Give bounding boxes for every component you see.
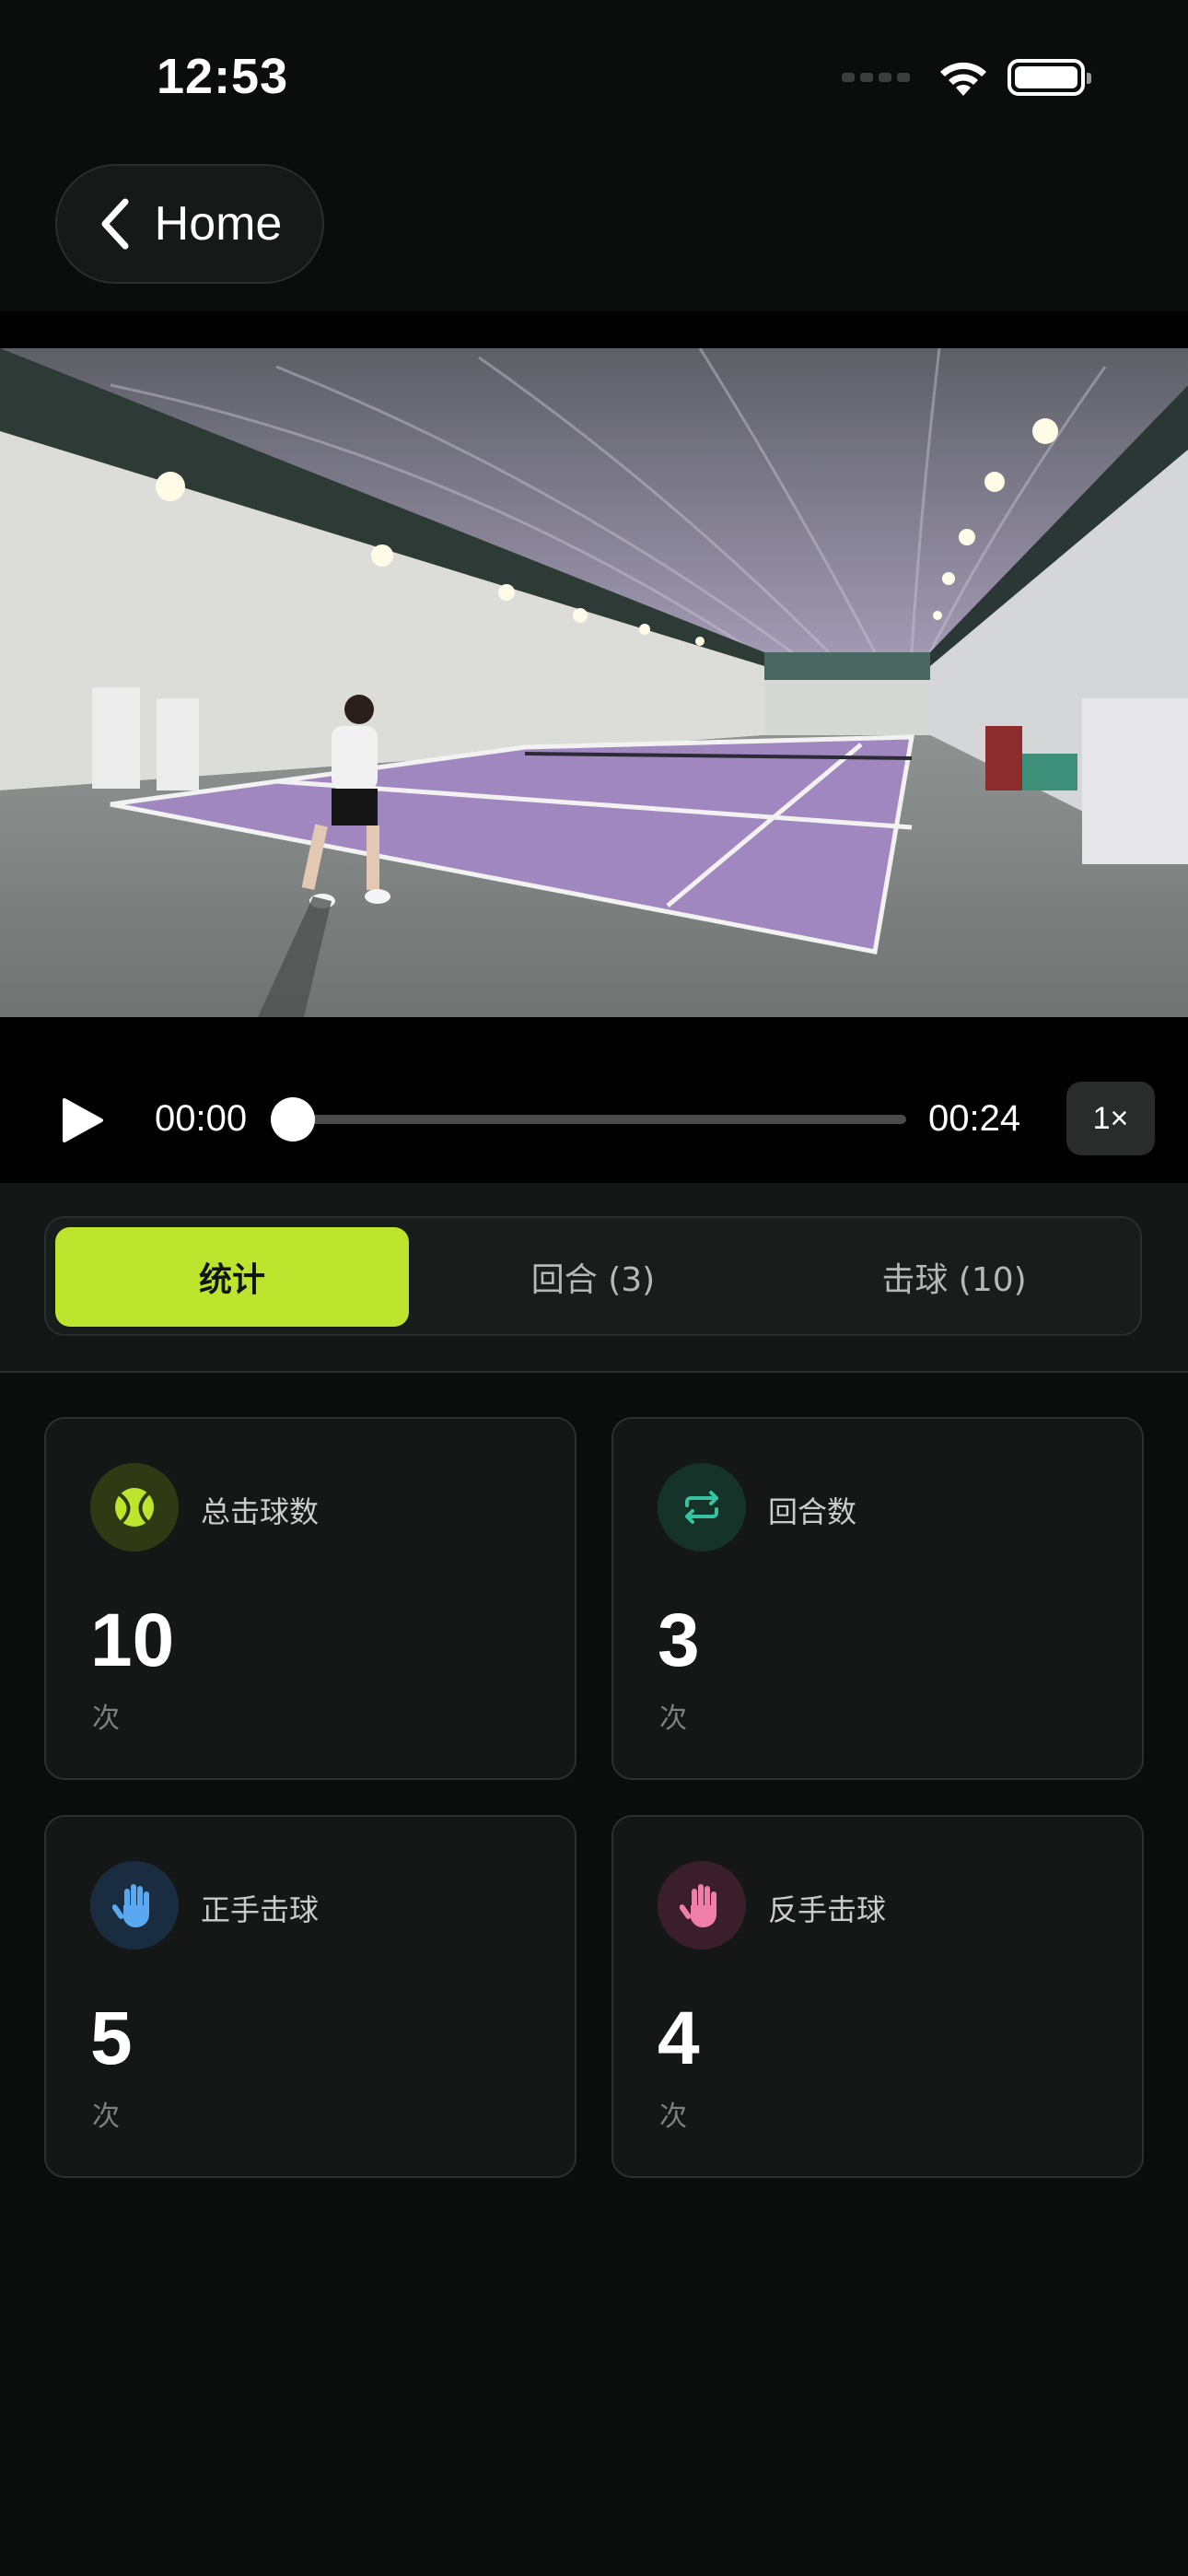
stat-icon-bg: [658, 1463, 746, 1551]
stat-value: 3: [658, 1598, 700, 1682]
chevron-left-icon: [101, 198, 129, 250]
play-icon[interactable]: [59, 1096, 105, 1144]
segmented-tabs: 统计 回合 (3) 击球 (10): [44, 1216, 1142, 1336]
video-frame[interactable]: [0, 348, 1188, 1017]
seek-bar[interactable]: [271, 1097, 906, 1142]
stat-icon-bg: [658, 1861, 746, 1950]
back-home-button[interactable]: Home: [55, 164, 324, 284]
repeat-icon: [685, 1491, 718, 1524]
status-time: 12:53: [157, 49, 289, 104]
stat-value: 4: [658, 1996, 700, 2080]
stat-unit: 次: [659, 2101, 687, 2133]
stat-icon-bg: [90, 1463, 179, 1551]
status-icons: [842, 57, 1091, 98]
hand-icon: [680, 1884, 716, 1927]
tennis-court-video-image: [0, 348, 1188, 1017]
seek-thumb[interactable]: [271, 1097, 315, 1142]
hand-icon: [112, 1884, 149, 1927]
tennis-ball-icon: [115, 1488, 154, 1527]
stat-label: 总击球数: [201, 1494, 320, 1529]
tab-stats[interactable]: 统计: [55, 1227, 409, 1327]
stat-label: 回合数: [768, 1494, 857, 1529]
stat-value: 10: [90, 1598, 175, 1682]
stat-card-total-shots: 总击球数 10 次: [44, 1417, 577, 1780]
stat-label: 正手击球: [201, 1892, 320, 1927]
stat-value: 5: [90, 1996, 133, 2080]
total-time: 00:24: [928, 1098, 1021, 1139]
stat-unit: 次: [92, 2101, 120, 2133]
back-home-label: Home: [154, 197, 283, 251]
tab-rallies[interactable]: 回合 (3): [416, 1227, 770, 1327]
stat-unit: 次: [92, 1703, 120, 1735]
playback-speed-button[interactable]: 1×: [1066, 1082, 1155, 1155]
status-bar: 12:53: [0, 0, 1188, 157]
stat-icon-bg: [90, 1861, 179, 1950]
stat-unit: 次: [659, 1703, 687, 1735]
cellular-signal-icon: [842, 73, 910, 82]
wifi-icon: [940, 62, 986, 96]
player-controls: 00:00 00:24 1×: [0, 1050, 1188, 1183]
tabs-container: 统计 回合 (3) 击球 (10): [0, 1183, 1188, 1373]
battery-icon: [1007, 59, 1091, 96]
stat-label: 反手击球: [768, 1892, 887, 1927]
tab-shots[interactable]: 击球 (10): [777, 1227, 1131, 1327]
stat-card-backhand: 反手击球 4 次: [611, 1815, 1144, 2178]
current-time: 00:00: [155, 1098, 248, 1139]
stat-card-forehand: 正手击球 5 次: [44, 1815, 577, 2178]
stat-card-rallies: 回合数 3 次: [611, 1417, 1144, 1780]
